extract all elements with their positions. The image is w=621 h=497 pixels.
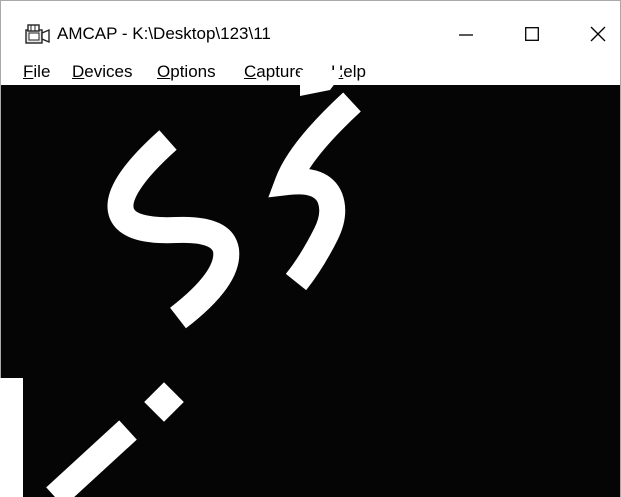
menu-file[interactable]: File [23,61,50,83]
camera-app-icon [25,24,50,44]
title-bar[interactable]: AMCAP - K:\Desktop\123\11 [1,1,620,55]
menu-bar: File Devices Options Capture Help [1,55,620,85]
amcap-window: AMCAP - K:\Desktop\123\11 File Devices O… [0,0,621,497]
maximize-icon [525,27,539,41]
menu-capture[interactable]: Capture [244,61,304,83]
maximize-button[interactable] [509,19,555,49]
close-button[interactable] [575,19,620,49]
window-title: AMCAP - K:\Desktop\123\11 [57,24,271,43]
minimize-icon [459,34,473,36]
minimize-button[interactable] [443,19,489,49]
close-icon [590,26,606,42]
menu-options[interactable]: Options [157,61,216,83]
menu-help[interactable]: Help [331,61,366,83]
menu-devices[interactable]: Devices [72,61,132,83]
video-preview-area[interactable] [1,85,620,497]
